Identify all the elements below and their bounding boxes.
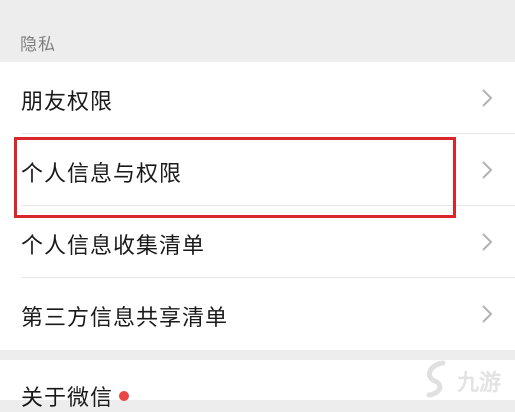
row-label: 第三方信息共享清单 [21,306,229,331]
row-friend-permissions[interactable]: 朋友权限 [0,62,515,134]
row-label: 个人信息收集清单 [21,234,206,259]
section-header-privacy: 隐私 [0,0,515,62]
chevron-right-icon [482,305,493,323]
row-third-party-sharing-list[interactable]: 第三方信息共享清单 [0,278,515,350]
chevron-right-icon [482,233,493,251]
row-personal-info-collection-list[interactable]: 个人信息收集清单 [0,206,515,278]
watermark: 九游 [421,357,515,400]
jiuyou-logo-icon [426,360,446,398]
section-title: 隐私 [20,35,56,55]
chevron-right-icon [482,161,493,179]
row-personal-info-and-permissions[interactable]: 个人信息与权限 [0,134,515,206]
privacy-settings-list: 朋友权限 个人信息与权限 个人信息收集清单 第三方信息共享清单 [0,62,515,350]
row-label: 个人信息与权限 [21,162,183,187]
row-label: 关于微信 [21,386,114,411]
row-label: 朋友权限 [21,90,114,115]
watermark-text: 九游 [457,371,502,396]
chevron-right-icon [482,89,493,107]
